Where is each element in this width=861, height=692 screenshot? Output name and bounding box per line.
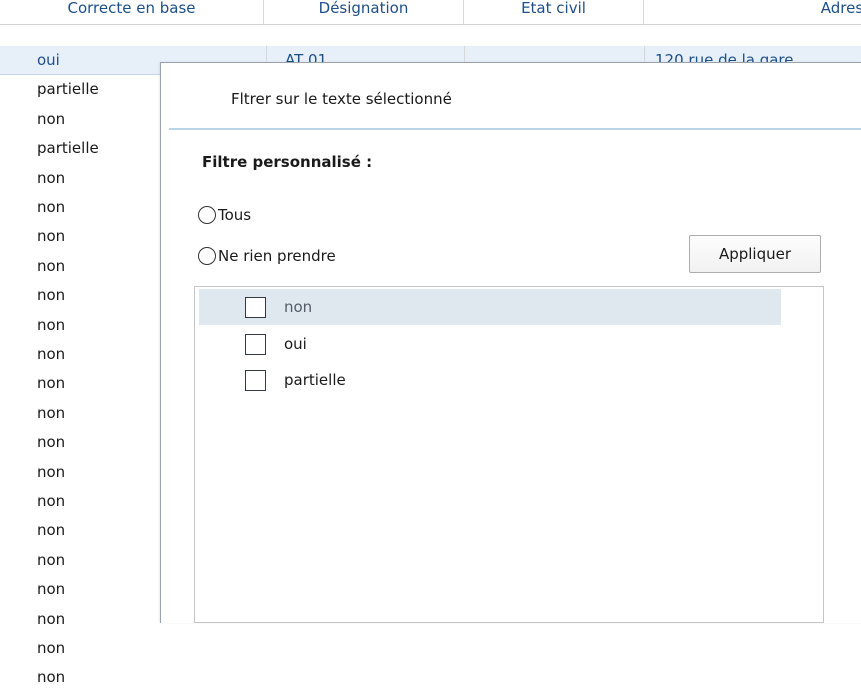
apply-button[interactable]: Appliquer [689, 235, 821, 273]
filter-on-selected-text-label: Fltrer sur le texte sélectionné [231, 90, 452, 108]
radio-all-circle-icon[interactable] [198, 206, 216, 224]
filter-value-label-partielle: partielle [284, 371, 346, 389]
radio-none-label: Ne rien prendre [218, 247, 336, 265]
radio-all-label: Tous [218, 206, 252, 224]
radio-all[interactable]: Tous [198, 206, 251, 224]
filter-value-item-partielle[interactable]: partielle [199, 362, 781, 398]
filter-value-item-oui[interactable]: oui [199, 326, 781, 362]
checkbox-partielle[interactable] [245, 369, 266, 391]
radio-none[interactable]: Ne rien prendre [198, 247, 336, 265]
grid-header: Correcte en base Désignation Etat civil … [0, 0, 861, 25]
column-header-correcte-en-base[interactable]: Correcte en base [0, 0, 264, 24]
column-header-adresse-label: Adress [820, 0, 861, 17]
table-row[interactable]: non [0, 634, 861, 663]
radio-none-circle-icon[interactable] [198, 247, 216, 265]
table-row[interactable]: non [0, 663, 861, 692]
cell-correcte-en-base[interactable]: non [0, 663, 266, 692]
checkbox-oui[interactable] [245, 333, 266, 355]
column-header-designation[interactable]: Désignation [264, 0, 464, 24]
column-header-adresse[interactable]: Adress [644, 0, 861, 24]
custom-filter-title: Filtre personnalisé : [202, 153, 373, 171]
filter-value-label-non: non [284, 298, 313, 316]
filter-value-label-oui: oui [284, 335, 307, 353]
checkbox-non[interactable] [245, 296, 266, 318]
filter-on-selected-text-menu-item[interactable]: Fltrer sur le texte sélectionné [161, 63, 861, 129]
filter-values-list[interactable]: non oui partielle [194, 286, 824, 623]
menu-separator [169, 128, 861, 130]
cell-correcte-en-base[interactable]: non [0, 634, 266, 663]
column-filter-popup: Fltrer sur le texte sélectionné Filtre p… [160, 62, 861, 623]
column-header-etat-civil[interactable]: Etat civil [464, 0, 644, 24]
filter-value-item-non[interactable]: non [199, 289, 781, 325]
